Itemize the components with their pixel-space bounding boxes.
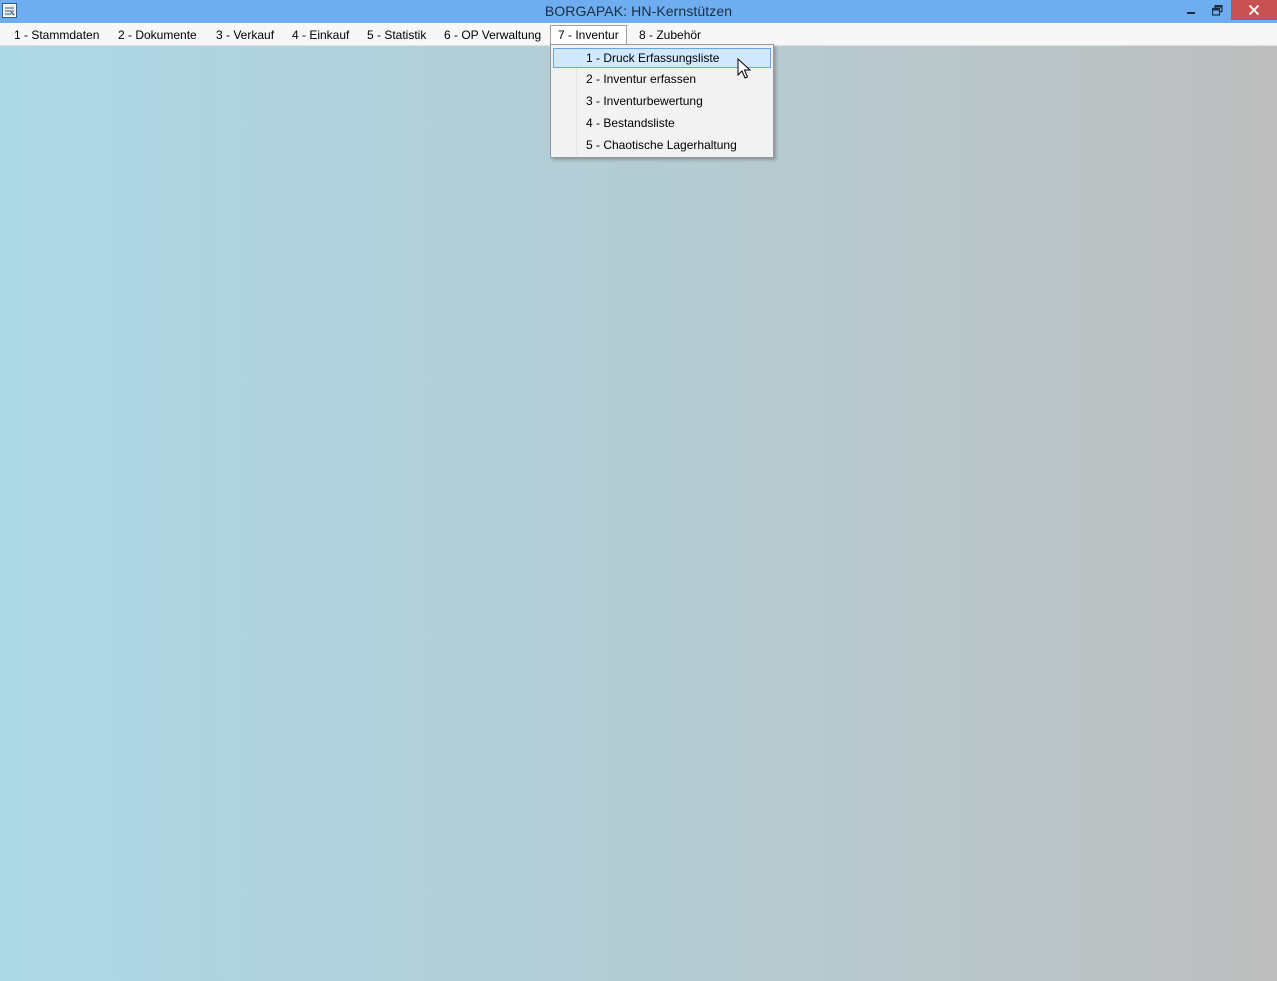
menu-item-inventurbewertung[interactable]: 3 - Inventurbewertung <box>553 91 771 111</box>
menu-zubehoer[interactable]: 8 - Zubehör <box>632 25 708 45</box>
restore-icon <box>1211 4 1223 16</box>
menu-inventur[interactable]: 7 - Inventur <box>550 25 627 46</box>
menu-item-chaotische-lagerhaltung[interactable]: 5 - Chaotische Lagerhaltung <box>553 135 771 155</box>
window-title: BORGAPAK: HN-Kernstützen <box>544 3 733 19</box>
menu-dokumente[interactable]: 2 - Dokumente <box>111 25 204 45</box>
menu-item-bestandsliste[interactable]: 4 - Bestandsliste <box>553 113 771 133</box>
inventur-dropdown-menu: 1 - Druck Erfassungsliste 2 - Inventur e… <box>550 44 774 158</box>
minimize-icon <box>1186 12 1195 14</box>
menu-item-inventur-erfassen[interactable]: 2 - Inventur erfassen <box>553 69 771 89</box>
close-button[interactable] <box>1231 0 1277 20</box>
minimize-button[interactable] <box>1177 0 1204 20</box>
menu-bar: 1 - Stammdaten 2 - Dokumente 3 - Verkauf… <box>0 23 1277 46</box>
menu-op-verwaltung[interactable]: 6 - OP Verwaltung <box>437 25 548 45</box>
restore-button[interactable] <box>1204 0 1230 20</box>
menu-item-druck-erfassungsliste[interactable]: 1 - Druck Erfassungsliste <box>553 48 771 68</box>
application-window: BORGAPAK: HN-Kernstützen 1 - Stammdaten … <box>0 0 1277 981</box>
mdi-client-area <box>0 46 1277 981</box>
close-icon <box>1248 4 1260 16</box>
title-bar[interactable]: BORGAPAK: HN-Kernstützen <box>0 0 1277 23</box>
menu-statistik[interactable]: 5 - Statistik <box>360 25 433 45</box>
menu-verkauf[interactable]: 3 - Verkauf <box>209 25 281 45</box>
menu-einkauf[interactable]: 4 - Einkauf <box>285 25 356 45</box>
menu-stammdaten[interactable]: 1 - Stammdaten <box>7 25 106 45</box>
